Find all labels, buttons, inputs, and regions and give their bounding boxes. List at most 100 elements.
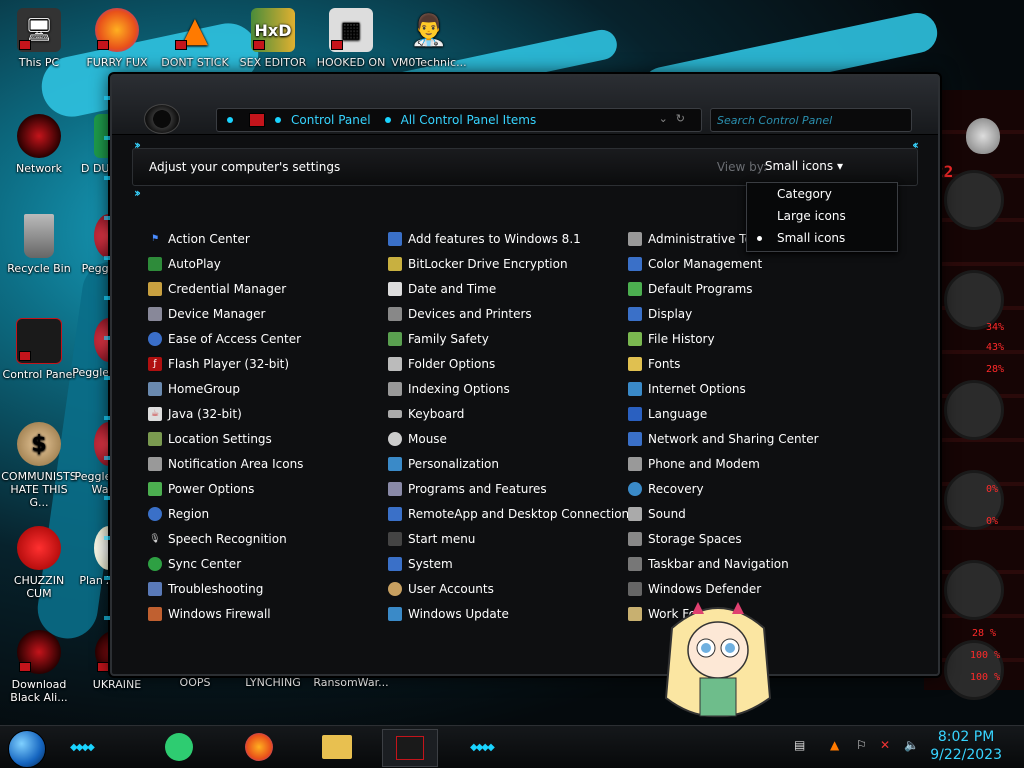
list-item[interactable]: Storage Spaces [628,526,819,551]
desktop-icon-chuzzin-cum[interactable]: CHUZZIN CUM [1,526,77,600]
control-panel-window[interactable]: Control Panel All Control Panel Items ⌄↻… [104,74,940,676]
item-label: Storage Spaces [648,531,742,546]
list-item[interactable]: Fonts [628,351,819,376]
list-item[interactable]: Sync Center [148,551,303,576]
list-item[interactable]: ƒ Flash Player (32-bit) [148,351,303,376]
list-item[interactable]: Sound [628,501,819,526]
search-input[interactable] [711,109,911,131]
list-item[interactable]: Windows Firewall [148,601,303,626]
list-item[interactable]: Personalization [388,451,635,476]
list-item[interactable]: Windows Update [388,601,635,626]
taskbar-app-control-panel[interactable] [382,729,438,767]
list-item[interactable]: Device Manager [148,301,303,326]
windows-update-icon [388,606,402,621]
list-item[interactable]: ☕ Java (32-bit) [148,401,303,426]
control-panel-small-icon [249,113,265,127]
view-option-small-icons[interactable]: Small icons [747,227,897,249]
list-item[interactable]: Indexing Options [388,376,635,401]
list-item[interactable]: Programs and Features [388,476,635,501]
desktop-icon-label: VM0Technic... [391,56,467,69]
list-item[interactable]: Devices and Printers [388,301,635,326]
list-item[interactable]: Recovery [628,476,819,501]
list-item[interactable]: Folder Options [388,351,635,376]
vlc-tray-icon[interactable]: ▲ [830,738,839,752]
desktop-icon-oops[interactable]: OOPS [157,676,233,689]
list-item[interactable]: Family Safety [388,326,635,351]
list-item[interactable]: Color Management [628,251,819,276]
list-item[interactable]: User Accounts [388,576,635,601]
list-item[interactable]: AutoPlay [148,251,303,276]
list-item[interactable]: 🎙 Speech Recognition [148,526,303,551]
breadcrumb-all-items[interactable]: All Control Panel Items [401,113,537,127]
list-item[interactable]: Ease of Access Center [148,326,303,351]
ram-readout: 43% [986,342,1005,353]
view-option-category[interactable]: Category [747,183,897,205]
desktop-icon-communists[interactable]: $ COMMUNISTS HATE THIS G... [1,422,77,509]
window-titlebar[interactable]: Control Panel All Control Panel Items ⌄↻ [112,76,938,135]
flag-tray-icon[interactable]: ⚐ [856,738,867,752]
desktop-icon-sex-editor[interactable]: HxD SEX EDITOR [235,8,311,69]
list-item[interactable]: Mouse [388,426,635,451]
list-item[interactable]: Troubleshooting [148,576,303,601]
item-label: Sync Center [168,556,242,571]
breadcrumb-separator-icon[interactable] [384,117,391,123]
list-item[interactable]: HomeGroup [148,376,303,401]
taskbar-app-explorer[interactable] [310,729,364,765]
list-item[interactable]: File History [628,326,819,351]
list-item[interactable]: Network and Sharing Center [628,426,819,451]
search-box[interactable] [710,108,912,132]
refresh-icon[interactable]: ⌄↻ [659,112,693,125]
list-item[interactable]: Add features to Windows 8.1 [388,226,635,251]
desktop-icon-network[interactable]: Network [1,114,77,175]
item-label: File History [648,331,715,346]
list-item[interactable]: Internet Options [628,376,819,401]
taskbar-app-firefox[interactable] [232,729,286,765]
list-item[interactable]: Display [628,301,819,326]
address-bar[interactable]: Control Panel All Control Panel Items ⌄↻ [216,108,702,132]
desktop-icon-download-black[interactable]: Download Black Ali... [1,630,77,704]
system-clock[interactable]: 8:02 PM 9/22/2023 [930,728,1002,764]
list-item[interactable]: RemoteApp and Desktop Connections [388,501,635,526]
desktop-icon-dont-stick[interactable]: ▲ DONT STICK [157,8,233,70]
list-item[interactable]: Default Programs [628,276,819,301]
start-button[interactable] [8,730,46,768]
list-item[interactable]: System [388,551,635,576]
list-item[interactable]: Location Settings [148,426,303,451]
list-item[interactable]: Power Options [148,476,303,501]
list-item[interactable]: Credential Manager [148,276,303,301]
desktop-icon-hooked-on[interactable]: ▦ HOOKED ON [313,8,389,69]
volume-icon[interactable]: 🔈 [904,738,919,752]
list-item[interactable]: Phone and Modem [628,451,819,476]
alien-orb-icon [17,630,61,674]
list-item[interactable]: BitLocker Drive Encryption [388,251,635,276]
page-heading: Adjust your computer's settings [149,160,341,174]
breadcrumb-control-panel[interactable]: Control Panel [291,113,371,127]
desktop-icon-ransomware[interactable]: RansomWar... [313,676,389,689]
desktop-icon-furry-fux[interactable]: FURRY FUX [79,8,155,69]
list-item[interactable]: Date and Time [388,276,635,301]
java-icon: ☕ [148,406,162,421]
list-item[interactable]: Language [628,401,819,426]
list-item[interactable]: Keyboard [388,401,635,426]
list-item[interactable]: Start menu [388,526,635,551]
desktop-icon-recycle-bin[interactable]: Recycle Bin [1,214,77,275]
desktop-icon-vm0technic[interactable]: 👨‍⚕️ VM0Technic... [391,8,467,69]
list-item[interactable]: Notification Area Icons [148,451,303,476]
view-by-select[interactable]: Small icons ▾ [765,159,843,173]
list-item[interactable]: Region [148,501,303,526]
keyboard-icon [388,409,402,418]
network-warning-icon[interactable]: ✕ [880,738,890,752]
items-column-1: ⚑ Action Center AutoPlay Credential Manag… [148,226,303,626]
show-hidden-icons-icon[interactable]: ▤ [794,738,805,752]
taskbar-app-notes[interactable] [152,729,206,765]
desktop-icon-label: SEX EDITOR [239,56,307,69]
window-menu-orb-icon[interactable] [144,104,180,134]
view-option-large-icons[interactable]: Large icons [747,205,897,227]
list-item[interactable]: Taskbar and Navigation [628,551,819,576]
desktop-icon-lynching[interactable]: LYNCHING [235,676,311,689]
view-by-dropdown[interactable]: Category Large icons Small icons [746,182,898,252]
desktop-icon-control-panel[interactable]: Control Panel [1,318,77,381]
hxd-icon: HxD [251,8,295,52]
list-item[interactable]: ⚑ Action Center [148,226,303,251]
desktop-icon-this-pc[interactable]: 🖥 This PC [1,8,77,69]
